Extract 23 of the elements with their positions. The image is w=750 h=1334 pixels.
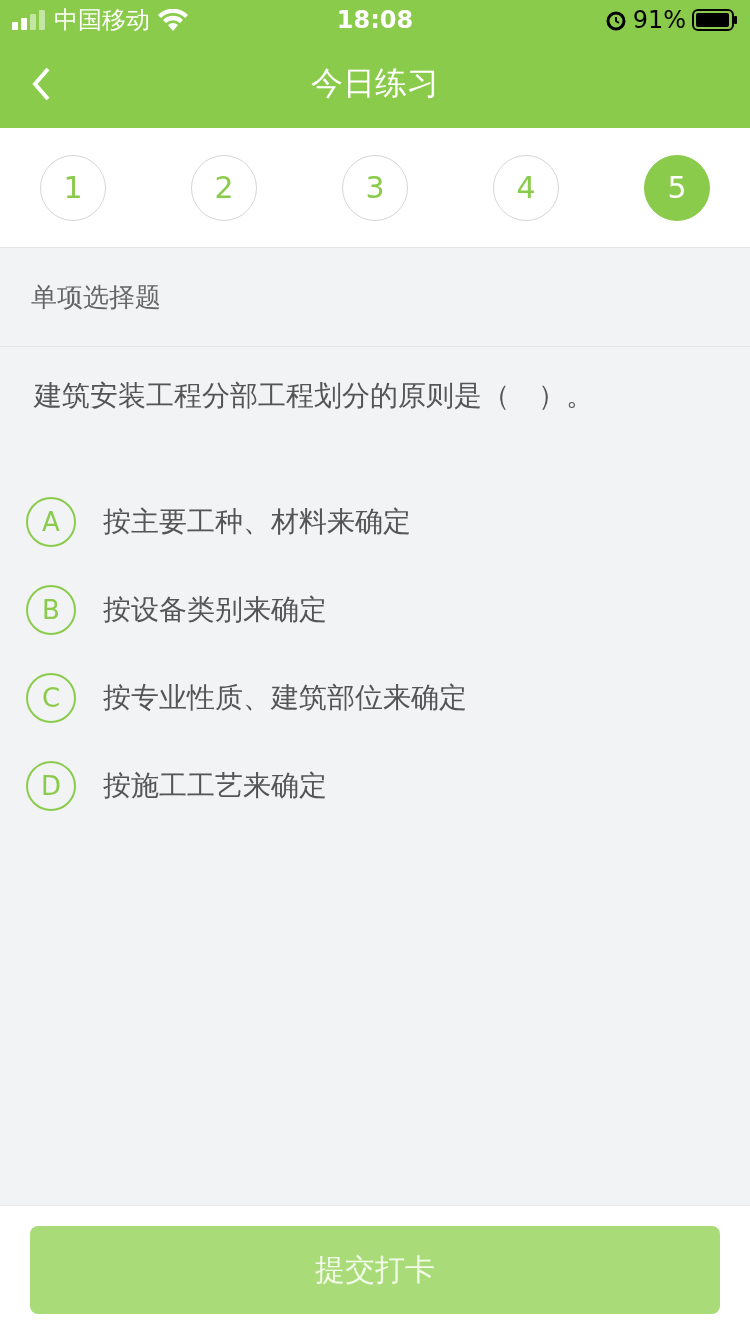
battery-icon [692, 9, 738, 31]
option-letter-button[interactable]: A [26, 497, 76, 547]
carrier-name: 中国移动 [54, 5, 150, 36]
option-text[interactable]: 按主要工种、材料来确定 [103, 503, 411, 541]
option-text[interactable]: 按施工工艺来确定 [103, 767, 327, 805]
question-number-tab[interactable]: 3 [342, 154, 408, 221]
option-text[interactable]: 按专业性质、建筑部位来确定 [103, 679, 467, 717]
clock-time: 18:08 [336, 6, 414, 34]
option-letter-button[interactable]: D [26, 761, 76, 811]
battery-percent: 91% [632, 6, 686, 34]
option-letter-button[interactable]: B [26, 585, 76, 635]
alarm-icon [604, 9, 627, 31]
wifi-icon [158, 9, 188, 31]
page-title: 今日练习 [311, 63, 439, 104]
question-number-tab[interactable]: 1 [40, 154, 106, 221]
signal-icon [12, 10, 46, 30]
question-number-tab[interactable]: 2 [191, 154, 257, 221]
option-letter-button[interactable]: C [26, 673, 76, 723]
question-number-tab[interactable]: 4 [493, 154, 559, 221]
option-text[interactable]: 按设备类别来确定 [103, 591, 327, 629]
section-heading: 单项选择题 [0, 248, 750, 347]
question-number-tab[interactable]: 5 [644, 154, 710, 221]
question-text: 建筑安装工程分部工程划分的原则是（ ）。 [34, 379, 594, 412]
